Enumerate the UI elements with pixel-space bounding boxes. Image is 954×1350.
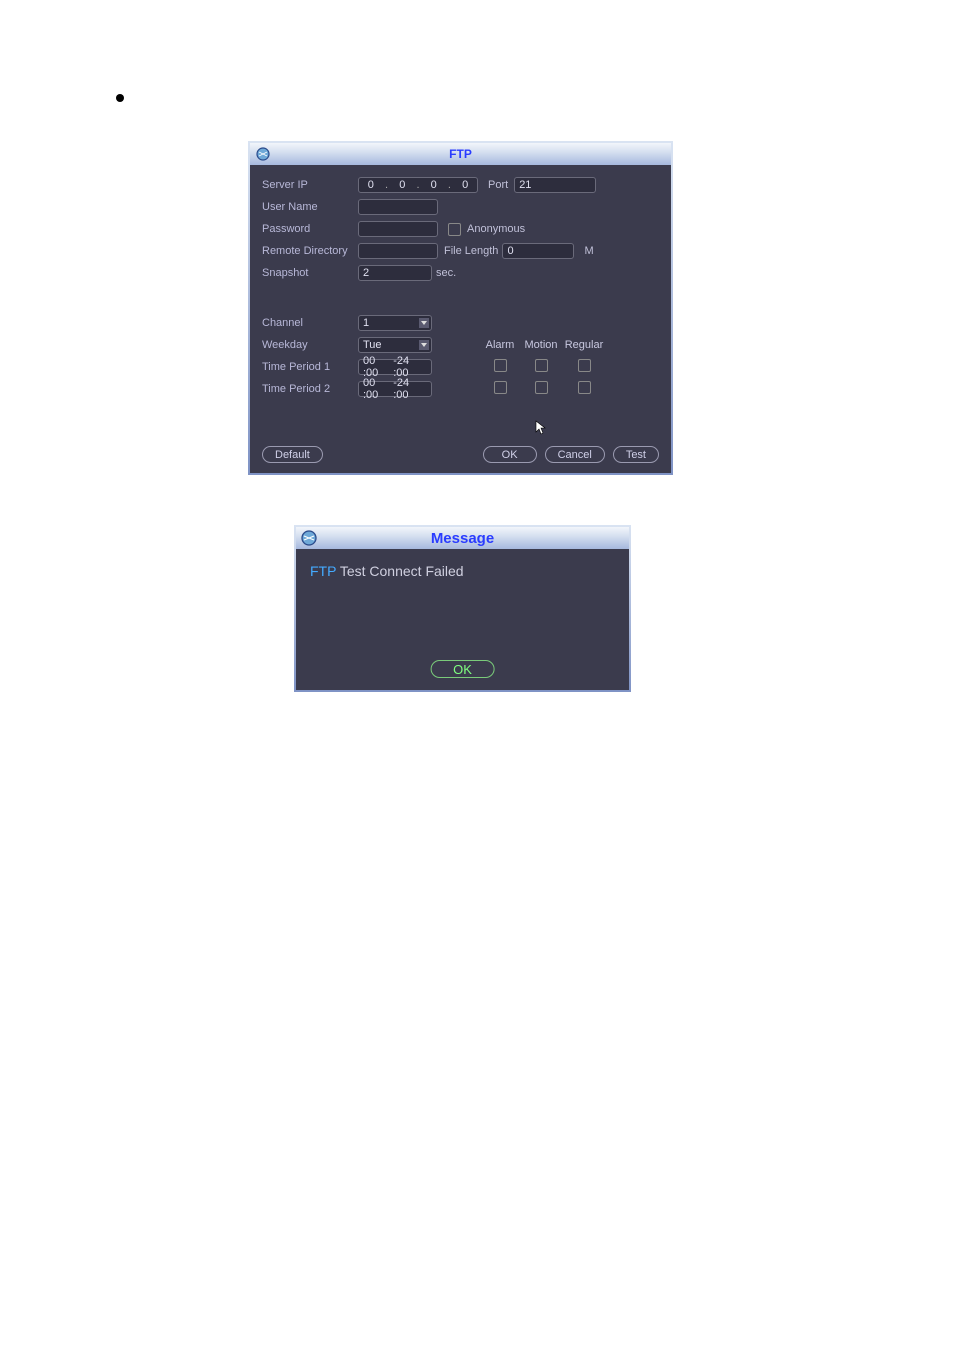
snapshot-label: Snapshot [262, 267, 358, 279]
message-ok-button[interactable]: OK [430, 660, 495, 678]
weekday-label: Weekday [262, 339, 358, 351]
tp2-regular-checkbox[interactable] [578, 381, 591, 394]
port-label: Port [488, 179, 508, 191]
file-length-input[interactable]: 0 [502, 243, 574, 259]
default-button[interactable]: Default [262, 446, 323, 463]
tp1-motion-checkbox[interactable] [535, 359, 548, 372]
tp2-label: Time Period 2 [262, 383, 358, 395]
ftp-title: FTP [276, 147, 671, 161]
tp1-regular-checkbox[interactable] [578, 359, 591, 372]
cursor-icon [535, 420, 547, 436]
ip-octet-3[interactable]: 0 [426, 179, 442, 191]
username-input[interactable] [358, 199, 438, 215]
message-window-icon [296, 527, 322, 549]
test-button[interactable]: Test [613, 446, 659, 463]
tp2-time-input[interactable]: 00 :00-24 :00 [358, 381, 432, 397]
snapshot-sec-label: sec. [436, 267, 456, 279]
ftp-window-icon [250, 143, 276, 165]
tp1-time-input[interactable]: 00 :00-24 :00 [358, 359, 432, 375]
chevron-down-icon [419, 318, 429, 328]
ftp-titlebar: FTP [250, 143, 671, 165]
server-ip-label: Server IP [262, 179, 358, 191]
cancel-button[interactable]: Cancel [545, 446, 605, 463]
remote-dir-input[interactable] [358, 243, 438, 259]
username-label: User Name [262, 201, 358, 213]
message-body: FTP Test Connect Failed OK [296, 549, 629, 690]
anonymous-checkbox[interactable] [448, 223, 461, 236]
anonymous-label: Anonymous [467, 223, 525, 235]
channel-select[interactable]: 1 [358, 315, 432, 331]
password-input[interactable] [358, 221, 438, 237]
motion-header: Motion [520, 339, 562, 351]
ftp-body: Server IP 0. 0. 0. 0 Port 21 User Name P… [250, 165, 671, 411]
message-titlebar: Message [296, 527, 629, 549]
password-label: Password [262, 223, 358, 235]
bullet-point [116, 94, 124, 102]
file-length-unit: M [584, 245, 593, 257]
message-text: FTP Test Connect Failed [310, 563, 615, 579]
tp1-label: Time Period 1 [262, 361, 358, 373]
ftp-window: FTP Server IP 0. 0. 0. 0 Port 21 User Na… [248, 141, 673, 475]
ip-octet-1[interactable]: 0 [363, 179, 379, 191]
ok-button[interactable]: OK [483, 446, 537, 463]
server-ip-input[interactable]: 0. 0. 0. 0 [358, 177, 478, 193]
alarm-header: Alarm [480, 339, 520, 351]
message-title: Message [322, 530, 629, 547]
chevron-down-icon [419, 340, 429, 350]
regular-header: Regular [562, 339, 606, 351]
ip-octet-4[interactable]: 0 [457, 179, 473, 191]
channel-label: Channel [262, 317, 358, 329]
snapshot-input[interactable]: 2 [358, 265, 432, 281]
file-length-label: File Length [444, 245, 498, 257]
remote-dir-label: Remote Directory [262, 245, 358, 257]
ip-octet-2[interactable]: 0 [394, 179, 410, 191]
weekday-select[interactable]: Tue [358, 337, 432, 353]
tp2-motion-checkbox[interactable] [535, 381, 548, 394]
tp2-alarm-checkbox[interactable] [494, 381, 507, 394]
port-input[interactable]: 21 [514, 177, 596, 193]
message-window: Message FTP Test Connect Failed OK [294, 525, 631, 692]
tp1-alarm-checkbox[interactable] [494, 359, 507, 372]
